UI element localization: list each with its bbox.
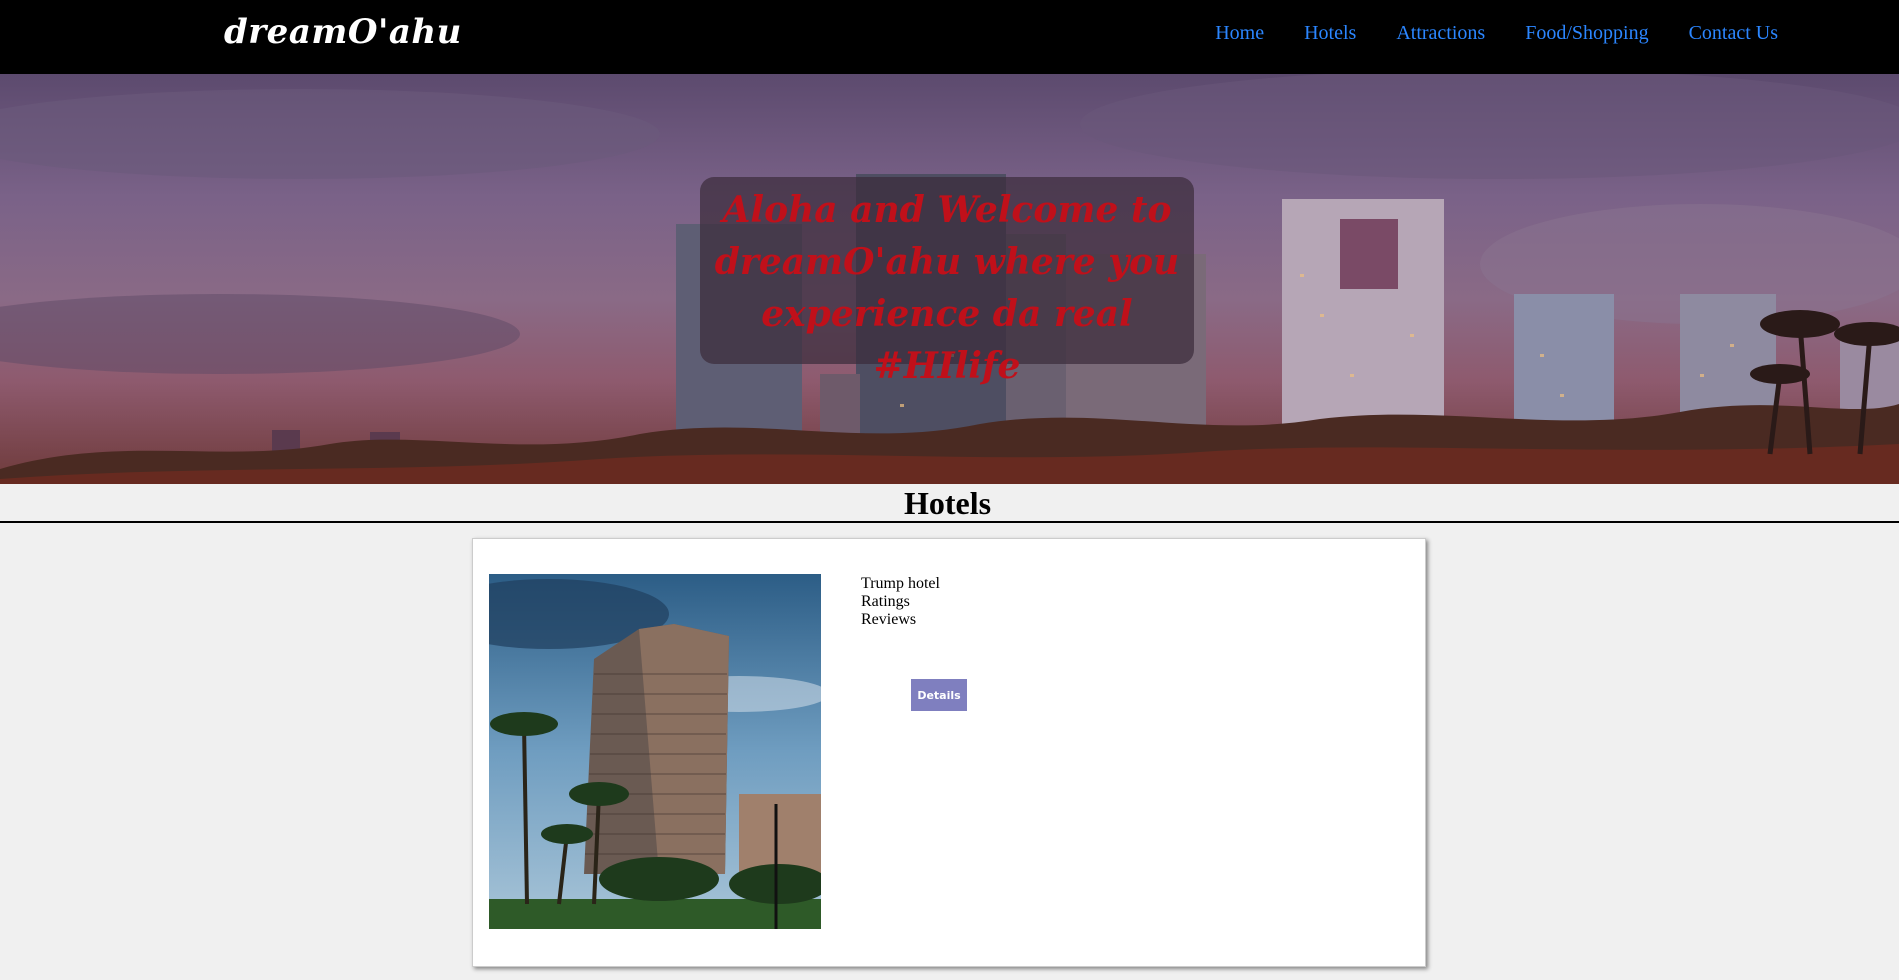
nav-link-home[interactable]: Home: [1215, 22, 1264, 45]
hotel-photo[interactable]: [489, 574, 821, 929]
hotel-info: Trump hotel Ratings Reviews: [861, 575, 940, 629]
hotel-reviews-label: Reviews: [861, 611, 917, 628]
hotel-card: Trump hotel Ratings Reviews Details: [472, 538, 1426, 967]
section-title-hotels: Hotels: [903, 485, 992, 521]
hotel-ratings-label: Ratings: [861, 593, 910, 610]
hero-banner: Aloha and Welcome to dreamO'ahu where yo…: [0, 74, 1899, 484]
hotel-photo-image: [489, 574, 821, 929]
section-heading-bar: Hotels: [0, 484, 1899, 523]
hero-welcome-text: Aloha and Welcome to dreamO'ahu where yo…: [700, 184, 1194, 392]
hero-line-2: dreamO'ahu where you: [714, 241, 1180, 283]
top-navbar: dreamO'ahu Home Hotels Attractions Food/…: [0, 0, 1899, 74]
nav-link-hotels[interactable]: Hotels: [1304, 22, 1356, 45]
nav-link-food-shopping[interactable]: Food/Shopping: [1525, 22, 1648, 45]
nav-links: Home Hotels Attractions Food/Shopping Co…: [1215, 22, 1778, 45]
nav-link-contact-us[interactable]: Contact Us: [1689, 22, 1778, 45]
hero-line-3: experience da real #HIlife: [761, 293, 1133, 387]
nav-link-attractions[interactable]: Attractions: [1396, 22, 1485, 45]
details-button[interactable]: Details: [911, 679, 967, 711]
hotel-name: Trump hotel: [861, 575, 940, 592]
hero-line-1: Aloha and Welcome to: [722, 189, 1172, 231]
site-logo[interactable]: dreamO'ahu: [224, 12, 462, 52]
